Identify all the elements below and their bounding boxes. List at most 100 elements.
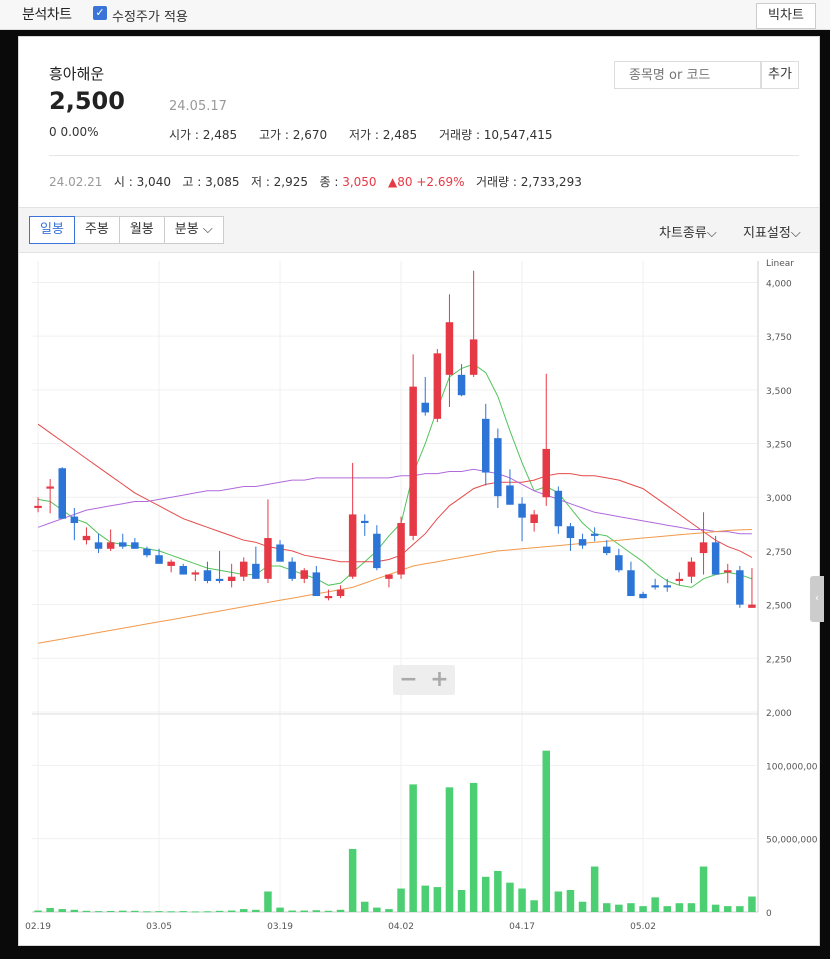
volume-bar xyxy=(58,909,67,912)
candle-body xyxy=(433,353,442,419)
chart-type-menu[interactable]: 차트종류⌵ xyxy=(659,222,717,241)
candle-body xyxy=(469,339,478,375)
adjusted-price-label[interactable]: 수정주가 적용 xyxy=(112,6,188,25)
y-tick-label: 3,000 xyxy=(766,494,792,504)
add-button[interactable]: 추가 xyxy=(761,61,799,89)
y-tick-label: 2,250 xyxy=(766,655,792,665)
x-tick-label: 03.05 xyxy=(146,922,172,932)
open-price: 시가 : 2,485 xyxy=(169,128,238,142)
volume-bar xyxy=(675,903,684,912)
volume-bar xyxy=(288,910,296,912)
candle-body xyxy=(542,448,551,498)
volume-bar xyxy=(360,901,369,912)
indicator-label: 지표설정 xyxy=(743,226,791,241)
x-tick-label: 05.02 xyxy=(630,922,656,932)
candle-body xyxy=(131,542,139,549)
candle-body xyxy=(397,523,405,575)
y-tick-label: 3,750 xyxy=(766,333,792,343)
tab-weekly[interactable]: 주봉 xyxy=(73,216,120,244)
volume-bar xyxy=(494,870,502,912)
volume-bar xyxy=(203,911,212,913)
open-label: 시가 xyxy=(169,128,192,142)
candle-body xyxy=(481,418,490,473)
y-tick-label: 3,500 xyxy=(766,387,792,397)
volume-label: 거래량 xyxy=(439,128,473,142)
volume-bar xyxy=(324,910,333,912)
candle-body xyxy=(82,535,91,541)
volume-bar xyxy=(82,910,91,912)
volume-bar xyxy=(191,911,200,913)
price-chart[interactable]: 2,000 2,250 2,500 2,750 3,000 3,250 3,500 3,750… xyxy=(20,254,818,944)
open-value: 2,485 xyxy=(202,128,238,142)
ma-line-ma20 xyxy=(37,423,753,563)
side-panel-toggle[interactable]: ‹ xyxy=(810,576,824,622)
volume-bar xyxy=(542,750,551,912)
tab-minute-label: 분봉 xyxy=(174,222,199,237)
tab-daily[interactable]: 일봉 xyxy=(29,216,75,244)
volume-bar xyxy=(131,910,139,912)
candle-body xyxy=(143,548,151,556)
divider xyxy=(49,155,799,156)
candle-body xyxy=(518,503,526,518)
stock-search-input[interactable] xyxy=(614,61,761,89)
candle-body xyxy=(215,578,224,581)
candle-body xyxy=(312,572,321,597)
volume-bar xyxy=(336,909,345,912)
volume-bar xyxy=(566,890,575,912)
volume-bar xyxy=(179,911,188,913)
candle-body xyxy=(373,533,381,569)
candle-body xyxy=(239,561,248,577)
candle-body xyxy=(687,561,696,577)
ma-line-ma60 xyxy=(37,468,752,535)
low-label: 저가 xyxy=(349,128,372,142)
candle-body xyxy=(530,514,538,524)
candle-body xyxy=(276,544,284,562)
candle-body xyxy=(179,565,188,575)
volume-value: 10,547,415 xyxy=(483,128,553,142)
y-tick-label: 3,250 xyxy=(766,441,792,451)
volume-bar xyxy=(506,882,514,912)
volume-bar xyxy=(348,848,357,912)
hover-change: ▲80 +2.69% xyxy=(388,175,465,189)
candle-body xyxy=(34,505,42,508)
chart-toolbar: 일봉 주봉 월봉 분봉 ⌵ 차트종류⌵ 지표설정⌵ xyxy=(19,207,819,253)
chart-type-label: 차트종류 xyxy=(659,226,707,241)
zoom-out-button[interactable]: − xyxy=(393,665,424,695)
page-title: 분석차트 xyxy=(22,7,72,23)
volume-bar xyxy=(481,876,490,912)
volume-bar xyxy=(748,896,756,912)
volume-bar xyxy=(578,901,587,912)
x-tick-label: 04.17 xyxy=(509,922,535,932)
volume-bar xyxy=(409,784,417,912)
tab-minute[interactable]: 분봉 ⌵ xyxy=(163,216,224,244)
candle-body xyxy=(566,526,575,539)
candle-body xyxy=(554,490,563,527)
x-tick-label: 03.19 xyxy=(267,922,293,932)
volume-tick-label: 50,000,000 xyxy=(766,836,818,846)
indicator-menu[interactable]: 지표설정⌵ xyxy=(743,222,801,241)
price-date: 24.05.17 xyxy=(169,99,227,114)
volume-bar xyxy=(34,910,42,912)
candle-body xyxy=(590,533,599,536)
volume-bar xyxy=(469,782,478,912)
tab-monthly[interactable]: 월봉 xyxy=(118,216,165,244)
volume-bar xyxy=(663,906,672,912)
volume-bar xyxy=(639,906,647,912)
adjusted-price-checkbox[interactable]: ✓ xyxy=(93,6,107,20)
candle-body xyxy=(699,542,708,554)
candle-body xyxy=(506,485,514,505)
candle-body xyxy=(748,604,756,608)
candle-body xyxy=(385,574,393,579)
big-chart-button[interactable]: 빅차트 xyxy=(756,3,816,29)
period-tabs: 일봉 주봉 월봉 분봉 ⌵ xyxy=(29,216,224,244)
volume-bar xyxy=(385,909,393,912)
volume: 거래량 : 10,547,415 xyxy=(439,128,553,142)
volume-bar xyxy=(143,911,151,913)
candle-body xyxy=(675,578,684,581)
volume-bar xyxy=(397,888,405,912)
volume-bar xyxy=(711,904,720,912)
zoom-in-button[interactable]: + xyxy=(424,665,455,695)
candle-body xyxy=(227,576,236,581)
low-price: 저가 : 2,485 xyxy=(349,128,418,142)
hover-volume-label: 거래량 xyxy=(475,175,510,189)
